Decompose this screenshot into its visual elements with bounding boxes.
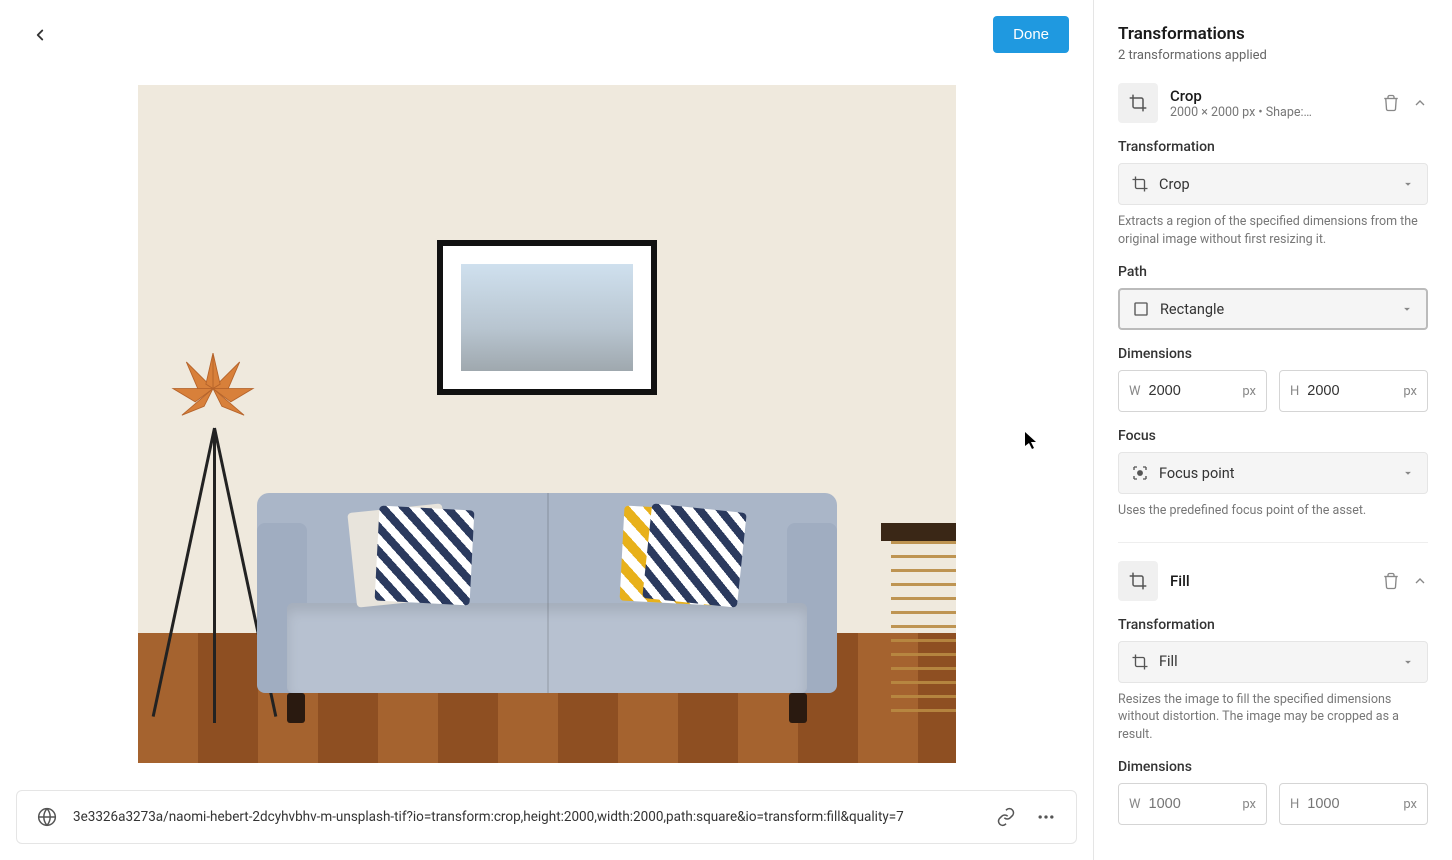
width-input-wrapper: W px xyxy=(1118,370,1267,412)
collapse-toggle[interactable] xyxy=(1412,95,1428,111)
transformation-select-crop[interactable]: Crop xyxy=(1118,163,1428,205)
crop-icon xyxy=(1131,175,1149,193)
transformation-name: Fill xyxy=(1170,572,1370,590)
height-input-wrapper: H px xyxy=(1279,783,1428,825)
done-button[interactable]: Done xyxy=(993,16,1069,53)
width-input-wrapper: W px xyxy=(1118,783,1267,825)
dimensions-field-label: Dimensions xyxy=(1118,759,1428,775)
preview-canvas xyxy=(138,85,956,763)
dimensions-field-label: Dimensions xyxy=(1118,346,1428,362)
collapse-toggle[interactable] xyxy=(1412,573,1428,589)
width-input[interactable] xyxy=(1149,796,1235,812)
transformations-panel: Transformations 2 transformations applie… xyxy=(1094,0,1452,860)
panel-subtitle: 2 transformations applied xyxy=(1118,48,1428,63)
transformation-field-label: Transformation xyxy=(1118,617,1428,633)
transformation-name: Crop xyxy=(1170,87,1370,105)
height-prefix: H xyxy=(1290,384,1299,399)
select-value: Rectangle xyxy=(1160,301,1390,318)
width-input[interactable] xyxy=(1149,383,1235,399)
transformation-detail: 2000 × 2000 px • Shape:… xyxy=(1170,105,1370,120)
globe-icon xyxy=(33,803,61,831)
delete-transformation-button[interactable] xyxy=(1382,94,1400,112)
height-input[interactable] xyxy=(1307,383,1395,399)
crop-icon xyxy=(1118,83,1158,123)
panel-title: Transformations xyxy=(1118,24,1428,44)
transformation-crop-header[interactable]: Crop 2000 × 2000 px • Shape:… xyxy=(1118,83,1428,123)
unit-label: px xyxy=(1242,384,1256,399)
chevron-down-icon xyxy=(1401,655,1415,669)
height-prefix: H xyxy=(1290,797,1299,812)
crop-icon xyxy=(1131,653,1149,671)
select-value: Fill xyxy=(1159,653,1391,670)
width-prefix: W xyxy=(1129,797,1141,812)
transformation-fill-header[interactable]: Fill xyxy=(1118,561,1428,601)
chevron-down-icon xyxy=(1400,302,1414,316)
path-select-rectangle[interactable]: Rectangle xyxy=(1118,288,1428,330)
delete-transformation-button[interactable] xyxy=(1382,572,1400,590)
height-input[interactable] xyxy=(1307,796,1395,812)
crop-icon xyxy=(1118,561,1158,601)
copy-link-button[interactable] xyxy=(992,803,1020,831)
transformation-field-label: Transformation xyxy=(1118,139,1428,155)
transformation-select-fill[interactable]: Fill xyxy=(1118,641,1428,683)
width-prefix: W xyxy=(1129,384,1141,399)
chevron-down-icon xyxy=(1401,177,1415,191)
unit-label: px xyxy=(1403,797,1417,812)
back-button[interactable] xyxy=(24,19,56,51)
focus-point-icon xyxy=(1131,464,1149,482)
more-button[interactable] xyxy=(1032,803,1060,831)
focus-field-label: Focus xyxy=(1118,428,1428,444)
focus-select[interactable]: Focus point xyxy=(1118,452,1428,494)
path-field-label: Path xyxy=(1118,264,1428,280)
unit-label: px xyxy=(1403,384,1417,399)
transformation-help: Resizes the image to fill the specified … xyxy=(1118,691,1428,744)
url-text: 3e3326a3273a/naomi-hebert-2dcyhvbhv-m-un… xyxy=(73,809,980,825)
focus-help: Uses the predefined focus point of the a… xyxy=(1118,502,1428,520)
height-input-wrapper: H px xyxy=(1279,370,1428,412)
url-bar: 3e3326a3273a/naomi-hebert-2dcyhvbhv-m-un… xyxy=(16,790,1077,844)
rectangle-icon xyxy=(1132,300,1150,318)
select-value: Crop xyxy=(1159,176,1391,193)
select-value: Focus point xyxy=(1159,465,1391,482)
transformation-help: Extracts a region of the specified dimen… xyxy=(1118,213,1428,248)
chevron-down-icon xyxy=(1401,466,1415,480)
image-preview xyxy=(0,69,1093,778)
unit-label: px xyxy=(1242,797,1256,812)
